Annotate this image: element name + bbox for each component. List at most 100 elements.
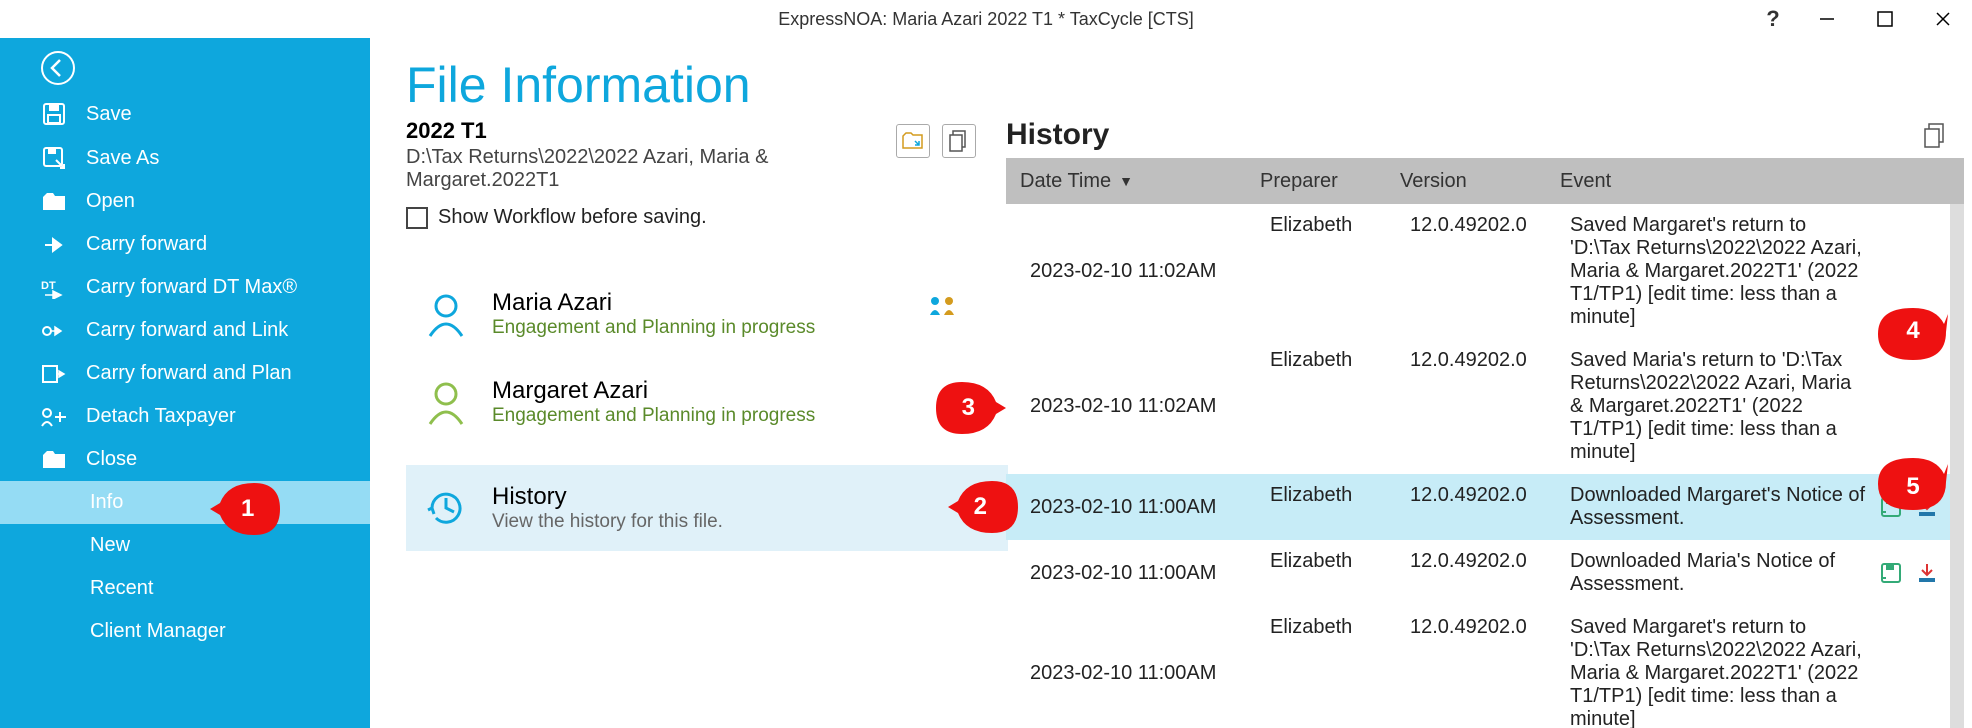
file-name: 2022 T1 [406,118,896,144]
history-card-title: History [492,483,723,511]
history-panel: History Date Time ▼ Preparer Version Eve… [1006,118,1972,728]
save-as-icon [40,146,68,170]
annotation-callout-5: 5 [1878,458,1948,510]
sidebar-item-detach-taxpayer[interactable]: Detach Taxpayer [0,395,370,438]
sidebar-item-label: New [90,534,130,557]
taxpayer-row[interactable]: Margaret Azari Engagement and Planning i… [406,367,976,455]
cell-datetime: 2023-02-10 11:00AM [1006,484,1270,530]
cell-version: 12.0.49202.0 [1410,616,1570,728]
sort-desc-icon: ▼ [1119,173,1133,189]
history-card-subtitle: View the history for this file. [492,511,723,533]
sidebar: Save Save As Open Carry forward DT Carry… [0,38,370,728]
sidebar-item-label: Carry forward [86,233,207,256]
taxpayer-name: Margaret Azari [492,377,815,405]
column-header-event[interactable]: Event [1560,170,1964,193]
page-title: File Information [406,56,1972,114]
history-row[interactable]: 2023-02-10 11:00AM Elizabeth 12.0.49202.… [1006,606,1950,728]
history-rows: 2023-02-10 11:02AM Elizabeth 12.0.49202.… [1006,204,1964,728]
column-header-preparer[interactable]: Preparer [1260,170,1400,193]
svg-text:DT: DT [41,280,56,292]
help-button[interactable]: ? [1748,0,1798,38]
detach-icon [40,406,68,428]
save-snapshot-icon[interactable] [1878,560,1904,586]
sidebar-item-label: Save As [86,147,159,170]
avatar-icon [422,290,470,338]
cell-datetime: 2023-02-10 11:02AM [1006,214,1270,329]
sidebar-item-save[interactable]: Save [0,92,370,136]
history-row[interactable]: 2023-02-10 11:00AM Elizabeth 12.0.49202.… [1006,474,1950,540]
sidebar-item-carry-forward-dtmax[interactable]: DT Carry forward DT Max® [0,266,370,309]
cell-datetime: 2023-02-10 11:02AM [1006,349,1270,464]
checkbox-label: Show Workflow before saving. [438,206,707,229]
cell-event: Saved Maria's return to 'D:\Tax Returns\… [1570,349,1950,464]
history-header-row: Date Time ▼ Preparer Version Event [1006,158,1964,204]
open-folder-button[interactable] [896,124,930,158]
sidebar-item-carry-forward[interactable]: Carry forward [0,223,370,266]
cell-preparer: Elizabeth [1270,214,1410,329]
history-row[interactable]: 2023-02-10 11:00AM Elizabeth 12.0.49202.… [1006,540,1950,606]
back-button[interactable] [0,38,370,92]
history-row[interactable]: 2023-02-10 11:02AM Elizabeth 12.0.49202.… [1006,204,1950,339]
sidebar-item-label: Recent [90,577,153,600]
column-header-datetime[interactable]: Date Time ▼ [1006,170,1260,193]
column-header-version[interactable]: Version [1400,170,1560,193]
cell-preparer: Elizabeth [1270,616,1410,728]
history-icon [422,484,470,532]
window-title: ExpressNOA: Maria Azari 2022 T1 * TaxCyc… [778,9,1194,30]
cell-version: 12.0.49202.0 [1410,550,1570,596]
sidebar-item-close[interactable]: Close [0,438,370,481]
copy-path-button[interactable] [942,124,976,158]
minimize-button[interactable] [1798,0,1856,38]
sidebar-item-label: Detach Taxpayer [86,405,236,428]
history-card[interactable]: History View the history for this file. … [406,465,1008,551]
sidebar-item-info[interactable]: Info 1 [0,481,370,524]
dtmax-icon: DT [40,277,68,299]
linked-couple-icon [928,295,958,322]
sidebar-item-recent[interactable]: Recent [0,567,370,610]
sidebar-item-open[interactable]: Open [0,180,370,223]
sidebar-item-save-as[interactable]: Save As [0,136,370,180]
cell-version: 12.0.49202.0 [1410,349,1570,464]
annotation-callout-3: 3 [936,382,1006,434]
sidebar-item-label: Info [90,491,123,514]
sidebar-item-label: Client Manager [90,620,226,643]
folder-close-icon [40,449,68,471]
sidebar-item-client-manager[interactable]: Client Manager [0,610,370,653]
history-panel-title: History [1006,118,1109,152]
taxpayer-row[interactable]: Maria Azari Engagement and Planning in p… [406,279,976,367]
sidebar-item-label: Carry forward and Link [86,319,288,342]
sidebar-item-label: Save [86,103,132,126]
link-arrow-icon [40,320,68,342]
cell-preparer: Elizabeth [1270,550,1410,596]
download-icon[interactable] [1914,560,1940,586]
file-path: D:\Tax Returns\2022\2022 Azari, Maria & … [406,146,836,192]
checkbox-icon [406,207,428,229]
titlebar: ExpressNOA: Maria Azari 2022 T1 * TaxCyc… [0,0,1972,38]
taxpayer-status: Engagement and Planning in progress [492,317,815,339]
taxpayer-status: Engagement and Planning in progress [492,405,815,427]
cell-event: Saved Margaret's return to 'D:\Tax Retur… [1570,616,1950,728]
sidebar-item-new[interactable]: New [0,524,370,567]
history-row[interactable]: 2023-02-10 11:02AM Elizabeth 12.0.49202.… [1006,339,1950,474]
cell-datetime: 2023-02-10 11:00AM [1006,616,1270,728]
maximize-button[interactable] [1856,0,1914,38]
cell-version: 12.0.49202.0 [1410,214,1570,329]
close-button[interactable] [1914,0,1972,38]
show-workflow-checkbox[interactable]: Show Workflow before saving. [406,206,976,229]
plan-icon [40,363,68,385]
annotation-callout-2: 2 [948,481,1018,533]
avatar-icon [422,378,470,426]
sidebar-item-carry-forward-link[interactable]: Carry forward and Link [0,309,370,352]
cell-preparer: Elizabeth [1270,484,1410,530]
cell-preparer: Elizabeth [1270,349,1410,464]
sidebar-item-label: Open [86,190,135,213]
annotation-callout-4: 4 [1878,308,1948,360]
sidebar-item-label: Close [86,448,137,471]
sidebar-item-carry-forward-plan[interactable]: Carry forward and Plan [0,352,370,395]
cell-datetime: 2023-02-10 11:00AM [1006,550,1270,596]
copy-history-button[interactable] [1924,123,1948,154]
cell-version: 12.0.49202.0 [1410,484,1570,530]
save-icon [40,102,68,126]
sidebar-item-label: Carry forward DT Max® [86,276,297,299]
taxpayer-name: Maria Azari [492,289,815,317]
